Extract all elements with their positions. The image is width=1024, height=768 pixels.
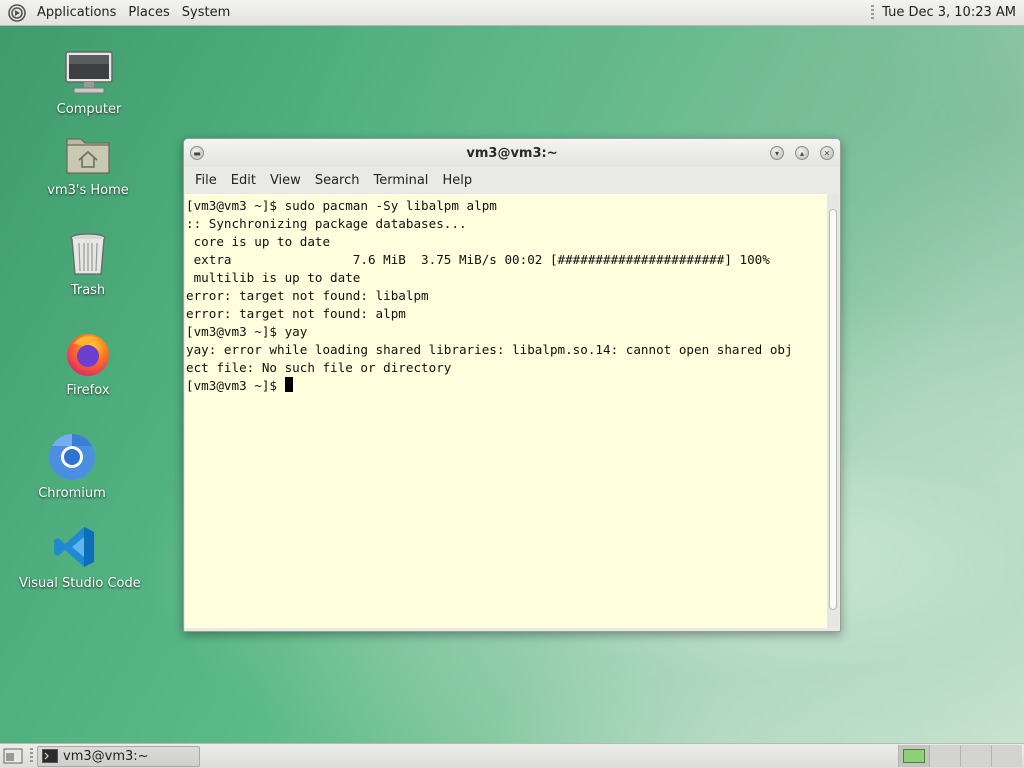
terminal-line: multilib is up to date [186, 270, 361, 285]
menu-terminal[interactable]: Terminal [366, 173, 435, 188]
window-titlebar[interactable]: ▬ vm3@vm3:~ ▾ ▴ ✕ [184, 139, 840, 167]
close-button[interactable]: ✕ [820, 146, 834, 160]
terminal-line: core is up to date [186, 234, 331, 249]
desktop-icon-label: Computer [56, 102, 122, 117]
desktop-icon-label: Chromium [38, 486, 106, 501]
terminal-line: extra 7.6 MiB 3.75 MiB/s 00:02 [########… [186, 252, 770, 267]
desktop-icon-label: vm3's Home [47, 183, 129, 198]
maximize-icon: ▴ [799, 148, 804, 158]
workspace-switcher [898, 745, 1022, 767]
terminal-line: error: target not found: alpm [186, 306, 406, 321]
desktop-icon-chromium[interactable]: Chromium [17, 431, 127, 501]
menu-search[interactable]: Search [308, 173, 367, 188]
maximize-button[interactable]: ▴ [795, 146, 809, 160]
terminal-prompt: [vm3@vm3 ~]$ [186, 378, 285, 393]
terminal-line: error: target not found: libalpm [186, 288, 429, 303]
terminal-line: [vm3@vm3 ~]$ yay [186, 324, 308, 339]
desktop-icon-home[interactable]: vm3's Home [33, 128, 143, 198]
workspace-3[interactable] [960, 745, 991, 767]
terminal-line: ect file: No such file or directory [186, 360, 452, 375]
workspace-1[interactable] [898, 745, 929, 767]
close-icon: ✕ [823, 148, 831, 158]
home-folder-icon [62, 128, 114, 180]
menu-applications[interactable]: Applications [31, 5, 122, 20]
menu-help[interactable]: Help [435, 173, 479, 188]
workspace-window-thumb [903, 749, 925, 763]
menu-places[interactable]: Places [122, 5, 175, 20]
desktop-icon-computer[interactable]: Computer [34, 47, 144, 117]
vscode-icon [48, 521, 100, 573]
desktop-icon-label: Visual Studio Code [19, 576, 141, 591]
top-panel: Applications Places System Tue Dec 3, 10… [0, 0, 1024, 26]
workspace-4[interactable] [991, 745, 1022, 767]
desktop-icon-vscode[interactable]: Visual Studio Code [19, 521, 141, 591]
workspace-2[interactable] [929, 745, 960, 767]
window-title: vm3@vm3:~ [466, 145, 558, 161]
terminal-line: [vm3@vm3 ~]$ sudo pacman -Sy libalpm alp… [186, 198, 497, 213]
taskbar-item-terminal[interactable]: vm3@vm3:~ [37, 745, 200, 767]
taskbar-handle[interactable] [30, 748, 33, 764]
taskbar-item-label: vm3@vm3:~ [63, 748, 149, 764]
terminal-app-icon [42, 749, 58, 763]
terminal-menubar: File Edit View Search Terminal Help [184, 167, 840, 193]
minimize-icon: ▾ [774, 148, 779, 158]
minimize-button[interactable]: ▾ [770, 146, 784, 160]
text-cursor [284, 377, 293, 392]
clock[interactable]: Tue Dec 3, 10:23 AM [882, 5, 1016, 20]
show-desktop-icon [3, 748, 23, 764]
window-menu-icon: ▬ [193, 148, 201, 158]
desktop-icon-trash[interactable]: Trash [33, 228, 143, 298]
window-menu-button[interactable]: ▬ [190, 146, 204, 160]
menu-file[interactable]: File [188, 173, 224, 188]
desktop-icon-label: Trash [70, 283, 106, 298]
distro-logo-icon[interactable] [8, 3, 26, 22]
menu-system[interactable]: System [176, 5, 236, 20]
computer-icon [63, 47, 115, 99]
terminal-window[interactable]: ▬ vm3@vm3:~ ▾ ▴ ✕ File Edit View Search … [183, 138, 841, 632]
desktop-icon-firefox[interactable]: Firefox [33, 328, 143, 398]
firefox-icon [62, 328, 114, 380]
terminal-text: [vm3@vm3 ~]$ sudo pacman -Sy libalpm alp… [185, 194, 827, 395]
trash-icon [62, 228, 114, 280]
scrollbar-thumb[interactable] [829, 209, 837, 610]
chromium-icon [46, 431, 98, 483]
desktop-icon-label: Firefox [66, 383, 110, 398]
show-desktop-button[interactable] [2, 747, 24, 765]
menu-edit[interactable]: Edit [224, 173, 263, 188]
terminal-line: :: Synchronizing package databases... [186, 216, 467, 231]
vertical-scrollbar[interactable] [827, 194, 839, 628]
bottom-panel: vm3@vm3:~ [0, 743, 1024, 768]
terminal-line: yay: error while loading shared librarie… [186, 342, 793, 357]
terminal-output-area[interactable]: [vm3@vm3 ~]$ sudo pacman -Sy libalpm alp… [185, 194, 827, 628]
menu-view[interactable]: View [263, 173, 308, 188]
panel-handle[interactable] [871, 4, 875, 21]
